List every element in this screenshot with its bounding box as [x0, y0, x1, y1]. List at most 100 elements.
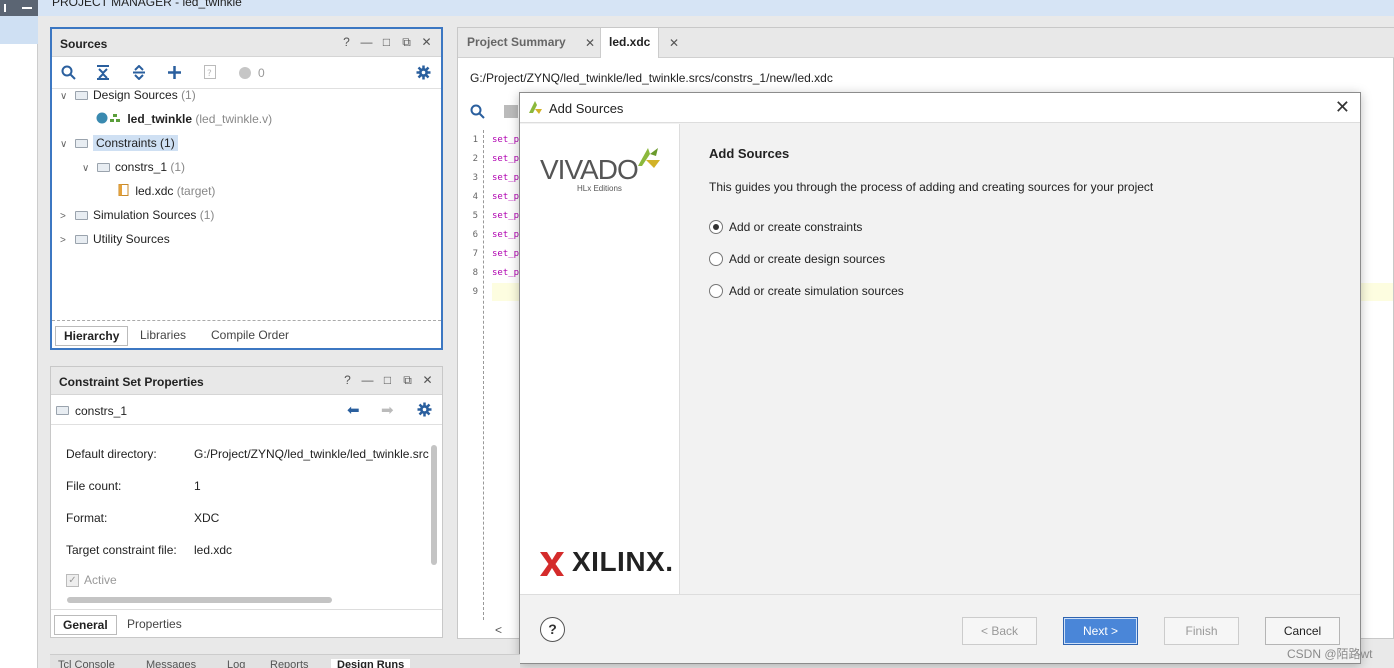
tab-log[interactable]: Log — [227, 659, 245, 668]
tab-led-xdc[interactable]: led.xdc — [600, 28, 660, 58]
line-number: 2 — [472, 154, 478, 164]
code-line: set_p — [492, 135, 520, 145]
gear-icon[interactable] — [417, 402, 432, 420]
forward-arrow-icon[interactable]: ➡ — [381, 401, 394, 419]
hlx-editions-label: HLx Editions — [577, 184, 622, 193]
prop-label-file-count: File count: — [66, 479, 122, 493]
tab-tcl-console[interactable]: Tcl Console — [58, 659, 115, 668]
sources-tabs: Hierarchy Libraries Compile Order — [52, 320, 441, 348]
chevron-down-icon[interactable]: ∨ — [82, 159, 94, 179]
code-line: set_p — [492, 154, 520, 164]
chevron-right-icon[interactable]: > — [60, 231, 72, 251]
help-button[interactable]: ? — [540, 617, 565, 642]
tree-item-utility-sources[interactable]: > Utility Sources — [60, 229, 170, 249]
prop-label-format: Format: — [66, 511, 108, 525]
close-icon[interactable]: ✕ — [420, 35, 433, 50]
minimize-icon[interactable]: — — [361, 373, 374, 388]
prop-value-format: XDC — [194, 511, 220, 525]
prop-value-target-constraint-file: led.xdc — [194, 543, 233, 557]
line-number: 1 — [472, 135, 478, 145]
restore-icon[interactable] — [4, 4, 6, 12]
folder-icon — [56, 406, 69, 415]
help-icon[interactable]: ? — [341, 373, 354, 388]
tab-messages[interactable]: Messages — [146, 659, 196, 668]
maximize-icon[interactable]: □ — [380, 35, 393, 50]
chevron-right-icon[interactable]: > — [60, 207, 72, 227]
sources-title: Sources — [60, 37, 108, 51]
prop-label-default-directory: Default directory: — [66, 447, 157, 461]
folder-icon — [75, 211, 88, 220]
chevron-down-icon[interactable]: ∨ — [60, 135, 72, 155]
tree-item-constrs-1[interactable]: ∨ constrs_1 (1) — [82, 157, 185, 177]
radio-add-design-sources[interactable]: Add or create design sources — [709, 252, 885, 266]
help-icon[interactable]: ? — [340, 35, 353, 50]
tab-properties[interactable]: Properties — [119, 615, 190, 635]
close-icon[interactable]: ✕ — [421, 373, 434, 388]
properties-icon[interactable]: ? — [204, 65, 216, 82]
csp-object-row: constrs_1 ⬅ ➡ — [51, 395, 442, 425]
vivado-logo-icon — [529, 101, 542, 114]
radio-add-constraints[interactable]: Add or create constraints — [709, 220, 862, 234]
top-bar: PROJECT MANAGER - led_twinkle — [0, 0, 1394, 16]
tree-item-design-sources[interactable]: ∨ Design Sources (1) — [60, 85, 196, 105]
tab-compile-order[interactable]: Compile Order — [203, 326, 297, 346]
line-number: 3 — [472, 173, 478, 183]
radio-button[interactable] — [709, 252, 723, 266]
finish-button[interactable]: Finish — [1164, 617, 1239, 645]
tab-project-summary[interactable]: Project Summary — [459, 28, 574, 58]
tab-libraries[interactable]: Libraries — [132, 326, 194, 346]
tab-reports[interactable]: Reports — [270, 659, 309, 668]
close-icon[interactable]: ✕ — [1335, 97, 1350, 118]
save-icon[interactable] — [504, 105, 518, 118]
chevron-down-icon[interactable]: ∨ — [60, 87, 72, 107]
dialog-description: This guides you through the process of a… — [709, 180, 1154, 194]
line-number: 4 — [472, 192, 478, 202]
close-tab-icon[interactable]: ✕ — [669, 36, 679, 50]
code-line: set_p — [492, 173, 520, 183]
next-button[interactable]: Next > — [1063, 617, 1138, 645]
radio-button-checked[interactable] — [709, 220, 723, 234]
module-icon — [96, 112, 120, 124]
folder-icon — [97, 163, 110, 172]
gear-icon[interactable] — [416, 65, 431, 83]
tab-design-runs[interactable]: Design Runs — [331, 659, 411, 668]
tab-hierarchy[interactable]: Hierarchy — [55, 326, 129, 346]
back-button[interactable]: < Back — [962, 617, 1037, 645]
float-icon[interactable]: ⧉ — [400, 35, 413, 50]
tab-general[interactable]: General — [54, 615, 117, 635]
expand-all-icon[interactable] — [132, 64, 146, 83]
window-controls[interactable] — [0, 0, 38, 16]
folder-icon — [75, 91, 88, 100]
csp-header: Constraint Set Properties ? — □ ⧉ ✕ — [51, 367, 442, 395]
csp-horizontal-scrollbar[interactable] — [55, 595, 427, 605]
flow-navigator-selected[interactable] — [0, 16, 38, 44]
collapse-all-icon[interactable] — [96, 65, 110, 83]
line-number: 8 — [472, 268, 478, 278]
tree-item-led-twinkle[interactable]: led_twinkle (led_twinkle.v) — [96, 109, 272, 129]
csp-vertical-scrollbar[interactable] — [429, 433, 438, 593]
bottom-tab-bar: Tcl Console Messages Log Reports Design … — [50, 654, 520, 668]
status-dot-icon — [238, 66, 252, 83]
back-arrow-icon[interactable]: ⬅ — [347, 401, 360, 419]
flow-navigator-strip — [0, 16, 38, 668]
active-checkbox[interactable]: ✓ Active — [66, 573, 117, 587]
csp-title: Constraint Set Properties — [59, 375, 204, 389]
radio-add-simulation-sources[interactable]: Add or create simulation sources — [709, 284, 904, 298]
minimize-icon[interactable]: — — [360, 35, 373, 50]
maximize-icon[interactable]: □ — [381, 373, 394, 388]
prop-value-default-directory: G:/Project/ZYNQ/led_twinkle/led_twinkle.… — [194, 447, 429, 461]
scroll-left-icon[interactable]: < — [495, 623, 502, 637]
tree-item-led-xdc[interactable]: led.xdc (target) — [118, 181, 215, 201]
add-sources-icon[interactable] — [167, 65, 182, 83]
minimize-icon[interactable] — [22, 7, 32, 9]
dialog-title: Add Sources — [549, 101, 624, 116]
float-icon[interactable]: ⧉ — [401, 373, 414, 388]
tree-item-simulation-sources[interactable]: > Simulation Sources (1) — [60, 205, 214, 225]
search-icon[interactable] — [470, 104, 485, 122]
constraint-set-properties-panel: Constraint Set Properties ? — □ ⧉ ✕ cons… — [50, 366, 443, 638]
close-tab-icon[interactable]: ✕ — [585, 36, 595, 50]
tree-item-constraints[interactable]: ∨ Constraints (1) — [60, 133, 178, 153]
cancel-button[interactable]: Cancel — [1265, 617, 1340, 645]
search-icon[interactable] — [61, 65, 76, 83]
radio-button[interactable] — [709, 284, 723, 298]
